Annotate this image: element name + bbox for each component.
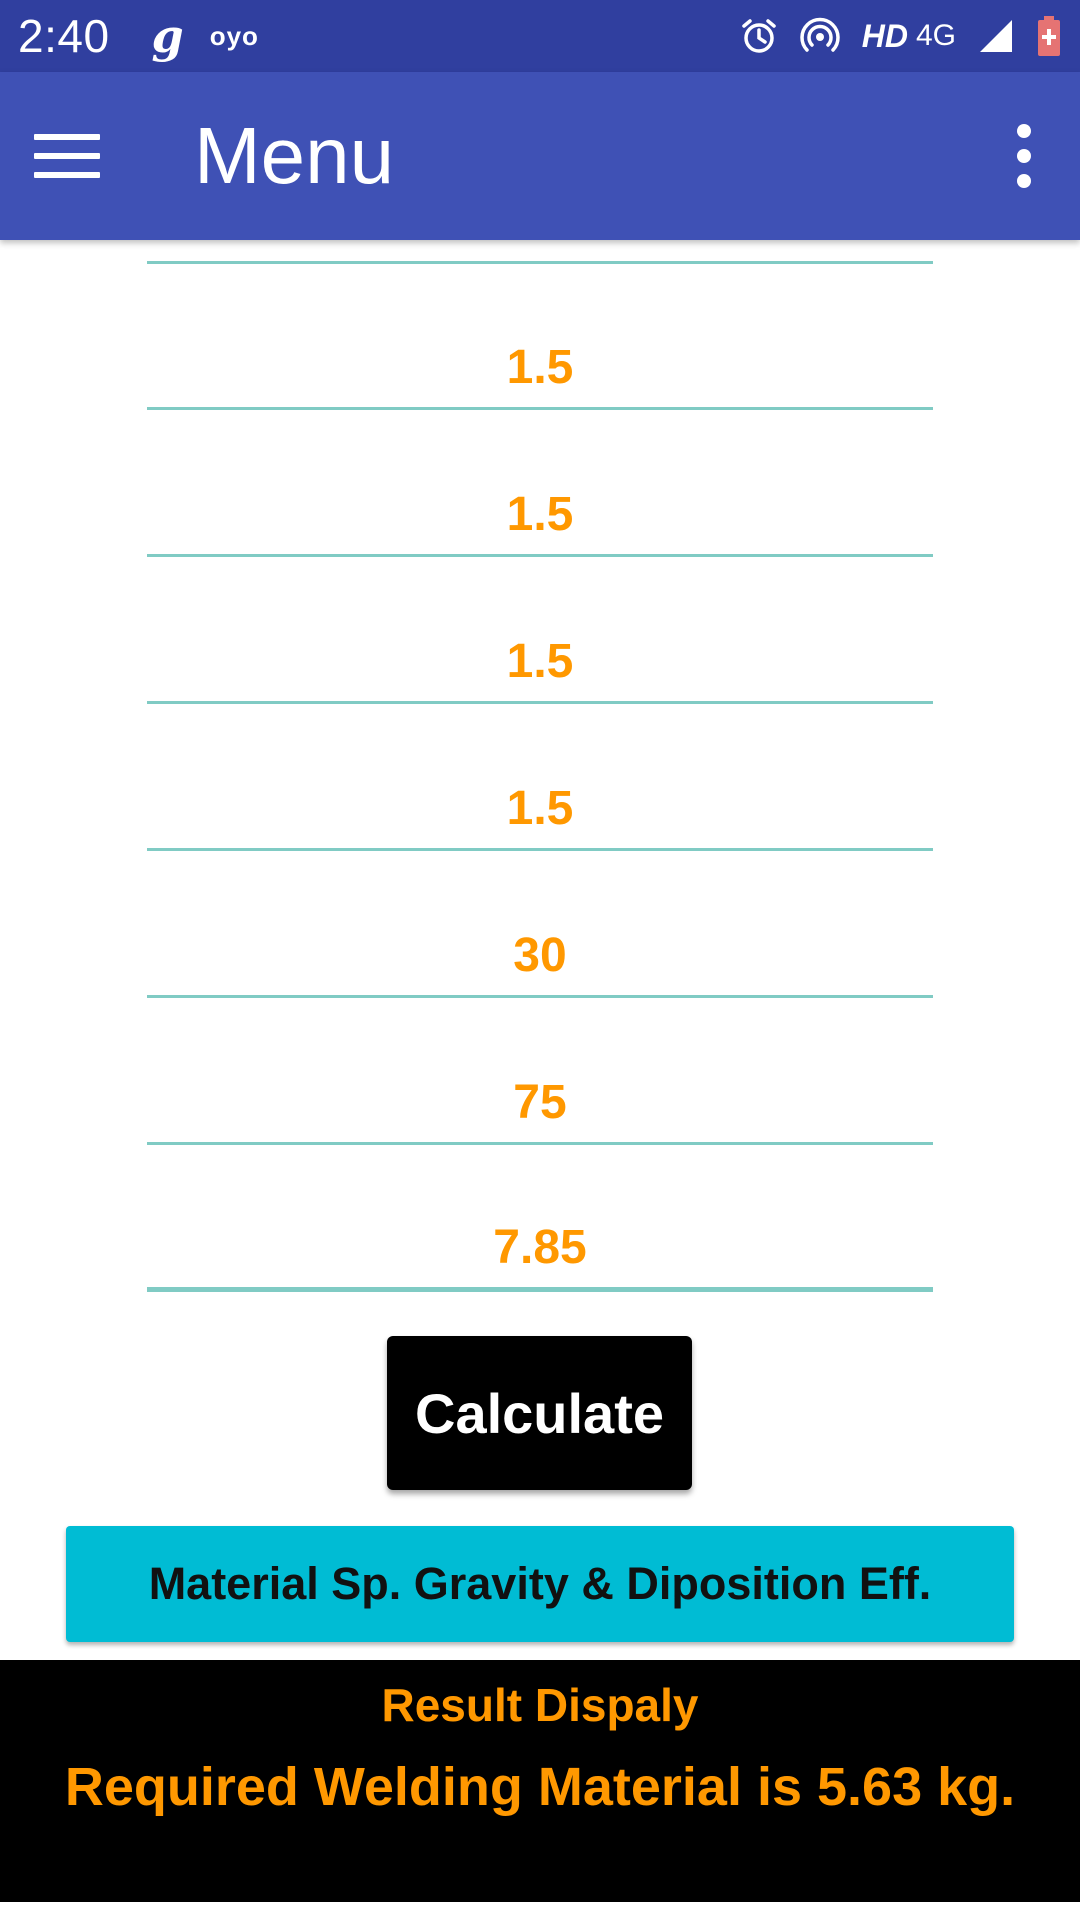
form-content: Calculate Material Sp. Gravity & Diposit… — [0, 240, 1080, 1660]
status-icons: HD 4G — [740, 15, 1062, 57]
input-value-5[interactable] — [147, 928, 933, 983]
page-title: Menu — [194, 111, 395, 200]
input-value-3[interactable] — [147, 634, 933, 689]
signal-icon — [978, 18, 1014, 54]
input-field-5[interactable] — [147, 878, 933, 998]
notification-oyo-icon: oyo — [209, 20, 259, 51]
calculate-button[interactable]: Calculate — [387, 1336, 692, 1490]
app-bar: Menu — [0, 72, 1080, 240]
input-value-7[interactable] — [147, 1220, 933, 1275]
status-time: 2:40 — [18, 10, 110, 62]
material-info-button[interactable]: Material Sp. Gravity & Diposition Eff. — [66, 1526, 1014, 1642]
input-value-2[interactable] — [147, 487, 933, 542]
alarm-icon — [740, 17, 778, 55]
more-vert-icon[interactable] — [1012, 124, 1036, 188]
input-value-1[interactable] — [147, 340, 933, 395]
input-value-6[interactable] — [147, 1075, 933, 1130]
input-field-7[interactable] — [147, 1172, 933, 1292]
input-field-partial[interactable] — [147, 240, 933, 264]
bottom-strip — [0, 1902, 1080, 1920]
input-value-4[interactable] — [147, 781, 933, 836]
input-field-6[interactable] — [147, 1025, 933, 1145]
hamburger-icon[interactable] — [34, 134, 100, 178]
input-field-3[interactable] — [147, 584, 933, 704]
hotspot-icon — [800, 16, 840, 56]
input-field-2[interactable] — [147, 437, 933, 557]
input-field-4[interactable] — [147, 731, 933, 851]
notification-g-icon: g — [151, 9, 184, 63]
network-type: 4G — [915, 19, 956, 52]
status-bar: 2:40 g oyo HD 4G — [0, 0, 1080, 72]
result-text: Required Welding Material is 5.63 kg. — [64, 1757, 1016, 1817]
input-field-1[interactable] — [147, 290, 933, 410]
hd-indicator: HD — [861, 17, 908, 54]
result-title: Result Dispaly — [381, 1679, 699, 1731]
battery-icon — [1036, 15, 1062, 57]
result-panel: Result Dispaly Required Welding Material… — [0, 1660, 1080, 1902]
